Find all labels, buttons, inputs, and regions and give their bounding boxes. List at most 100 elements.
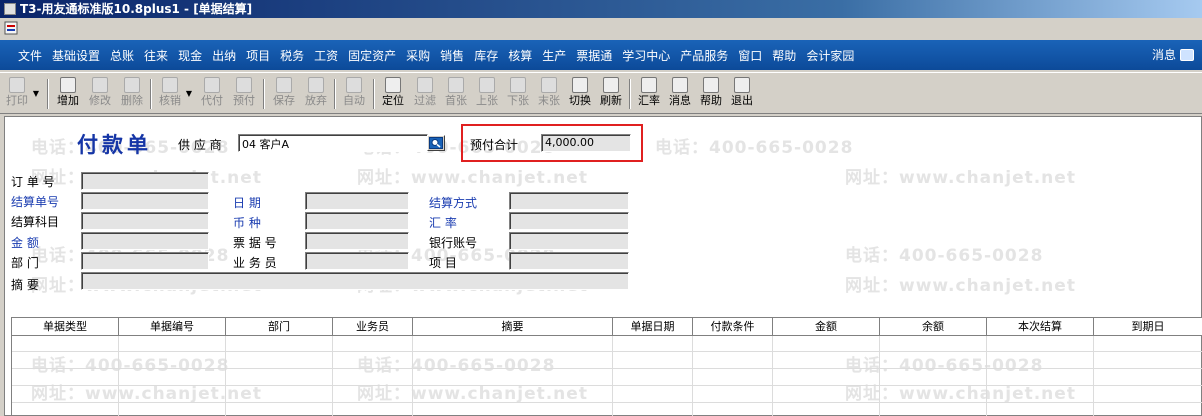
col-header-amount[interactable]: 金额 <box>773 318 880 336</box>
abandon-button[interactable]: 放弃 <box>302 77 330 111</box>
writeoff-dropdown-icon[interactable]: ▼ <box>186 89 192 98</box>
settle-no-label: 结算单号 <box>11 195 60 209</box>
bill-no-field[interactable] <box>305 232 409 250</box>
menu-product-service[interactable]: 产品服务 <box>680 47 728 64</box>
table-row[interactable] <box>12 336 1202 352</box>
exit-button[interactable]: 退出 <box>728 77 756 111</box>
amount-field[interactable] <box>81 232 209 250</box>
col-header-payment-terms[interactable]: 付款条件 <box>693 318 773 336</box>
watermark-site: 网址：www.chanjet.net <box>845 168 1076 188</box>
menu-tax[interactable]: 税务 <box>280 47 304 64</box>
rate-button[interactable]: 汇率 <box>635 77 663 111</box>
menu-basic-settings[interactable]: 基础设置 <box>52 47 100 64</box>
switch-button[interactable]: 切换 <box>566 77 594 111</box>
menu-sales[interactable]: 销售 <box>440 47 464 64</box>
message-toolbar-button[interactable]: 消息 <box>666 77 694 111</box>
auto-button[interactable]: 自动 <box>340 77 368 111</box>
currency-field[interactable] <box>305 212 409 230</box>
supplier-lookup-button[interactable] <box>427 135 445 151</box>
settle-no-field[interactable] <box>81 192 209 210</box>
col-header-bill-no[interactable]: 单据编号 <box>119 318 226 336</box>
save-icon <box>276 77 292 93</box>
exchange-rate-field[interactable] <box>509 212 629 230</box>
table-row[interactable] <box>12 404 1202 416</box>
menu-accounting-home[interactable]: 会计家园 <box>806 47 854 64</box>
last-button[interactable]: 末张 <box>535 77 563 111</box>
settle-method-field[interactable] <box>509 192 629 210</box>
menu-cash[interactable]: 现金 <box>178 47 202 64</box>
document-icon[interactable] <box>4 21 18 35</box>
filter-button[interactable]: 过滤 <box>411 77 439 111</box>
prev-button[interactable]: 上张 <box>473 77 501 111</box>
menu-billing[interactable]: 票据通 <box>576 47 612 64</box>
menu-fixed-assets[interactable]: 固定资产 <box>348 47 396 64</box>
locate-icon <box>385 77 401 93</box>
col-header-current-settle[interactable]: 本次结算 <box>987 318 1094 336</box>
menu-learning-center[interactable]: 学习中心 <box>622 47 670 64</box>
settle-subject-field[interactable] <box>81 212 209 230</box>
col-header-bill-type[interactable]: 单据类型 <box>12 318 119 336</box>
table-row[interactable] <box>12 387 1202 403</box>
rate-icon <box>641 77 657 93</box>
col-header-summary[interactable]: 摘要 <box>413 318 613 336</box>
subst-pay-button[interactable]: 代付 <box>198 77 226 111</box>
menu-costing[interactable]: 核算 <box>508 47 532 64</box>
window-title: T3-用友通标准版10.8plus1 - [单据结算] <box>20 2 253 16</box>
menu-file[interactable]: 文件 <box>18 47 42 64</box>
menu-receivable-payable[interactable]: 往来 <box>144 47 168 64</box>
watermark-site: 网址：www.chanjet.net <box>357 168 588 188</box>
writeoff-icon <box>162 77 178 93</box>
locate-button[interactable]: 定位 <box>379 77 407 111</box>
first-button[interactable]: 首张 <box>442 77 470 111</box>
exit-icon <box>734 77 750 93</box>
switch-icon <box>572 77 588 93</box>
refresh-button[interactable]: 刷新 <box>597 77 625 111</box>
menu-purchase[interactable]: 采购 <box>406 47 430 64</box>
message-button[interactable]: 消息 <box>1152 46 1194 63</box>
next-button[interactable]: 下张 <box>504 77 532 111</box>
salesman-field[interactable] <box>305 252 409 270</box>
dept-field[interactable] <box>81 252 209 270</box>
last-record-icon <box>541 77 557 93</box>
prev-record-icon <box>479 77 495 93</box>
print-button[interactable]: 打印 ▼ <box>3 77 39 111</box>
col-header-bill-date[interactable]: 单据日期 <box>613 318 693 336</box>
menu-inventory[interactable]: 库存 <box>474 47 498 64</box>
summary-field[interactable] <box>81 272 629 290</box>
menu-cashier[interactable]: 出纳 <box>212 47 236 64</box>
magnifier-icon <box>429 137 443 149</box>
writeoff-button[interactable]: 核销 ▼ <box>156 77 192 111</box>
prepay-button[interactable]: 预付 <box>230 77 258 111</box>
menu-window[interactable]: 窗口 <box>738 47 762 64</box>
print-dropdown-icon[interactable]: ▼ <box>33 89 39 98</box>
project-label: 项 目 <box>429 256 457 270</box>
menu-project[interactable]: 项目 <box>246 47 270 64</box>
mdi-child-bar <box>0 18 1202 40</box>
menu-payroll[interactable]: 工资 <box>314 47 338 64</box>
help-button[interactable]: 帮助 <box>697 77 725 111</box>
col-header-balance[interactable]: 余额 <box>880 318 987 336</box>
edit-button[interactable]: 修改 <box>86 77 114 111</box>
bill-no-label: 票 据 号 <box>233 236 277 250</box>
bank-account-field[interactable] <box>509 232 629 250</box>
menu-production[interactable]: 生产 <box>542 47 566 64</box>
exchange-rate-label: 汇 率 <box>429 216 457 230</box>
save-button[interactable]: 保存 <box>270 77 298 111</box>
settlement-grid[interactable]: 单据类型 单据编号 部门 业务员 摘要 单据日期 付款条件 金额 余额 本次结算… <box>11 317 1202 416</box>
supplier-field[interactable]: 04 客户A <box>238 134 428 152</box>
date-field[interactable] <box>305 192 409 210</box>
col-header-dept[interactable]: 部门 <box>226 318 333 336</box>
form-title: 付款单 <box>77 132 152 157</box>
menu-general-ledger[interactable]: 总账 <box>110 47 134 64</box>
subst-pay-icon <box>204 77 220 93</box>
message-icon <box>672 77 688 93</box>
menu-help[interactable]: 帮助 <box>772 47 796 64</box>
table-row[interactable] <box>12 370 1202 386</box>
table-row[interactable] <box>12 353 1202 369</box>
delete-button[interactable]: 删除 <box>118 77 146 111</box>
col-header-salesman[interactable]: 业务员 <box>333 318 413 336</box>
col-header-due-date[interactable]: 到期日 <box>1094 318 1202 336</box>
project-field[interactable] <box>509 252 629 270</box>
order-no-field[interactable] <box>81 172 209 190</box>
add-button[interactable]: 增加 <box>54 77 82 111</box>
